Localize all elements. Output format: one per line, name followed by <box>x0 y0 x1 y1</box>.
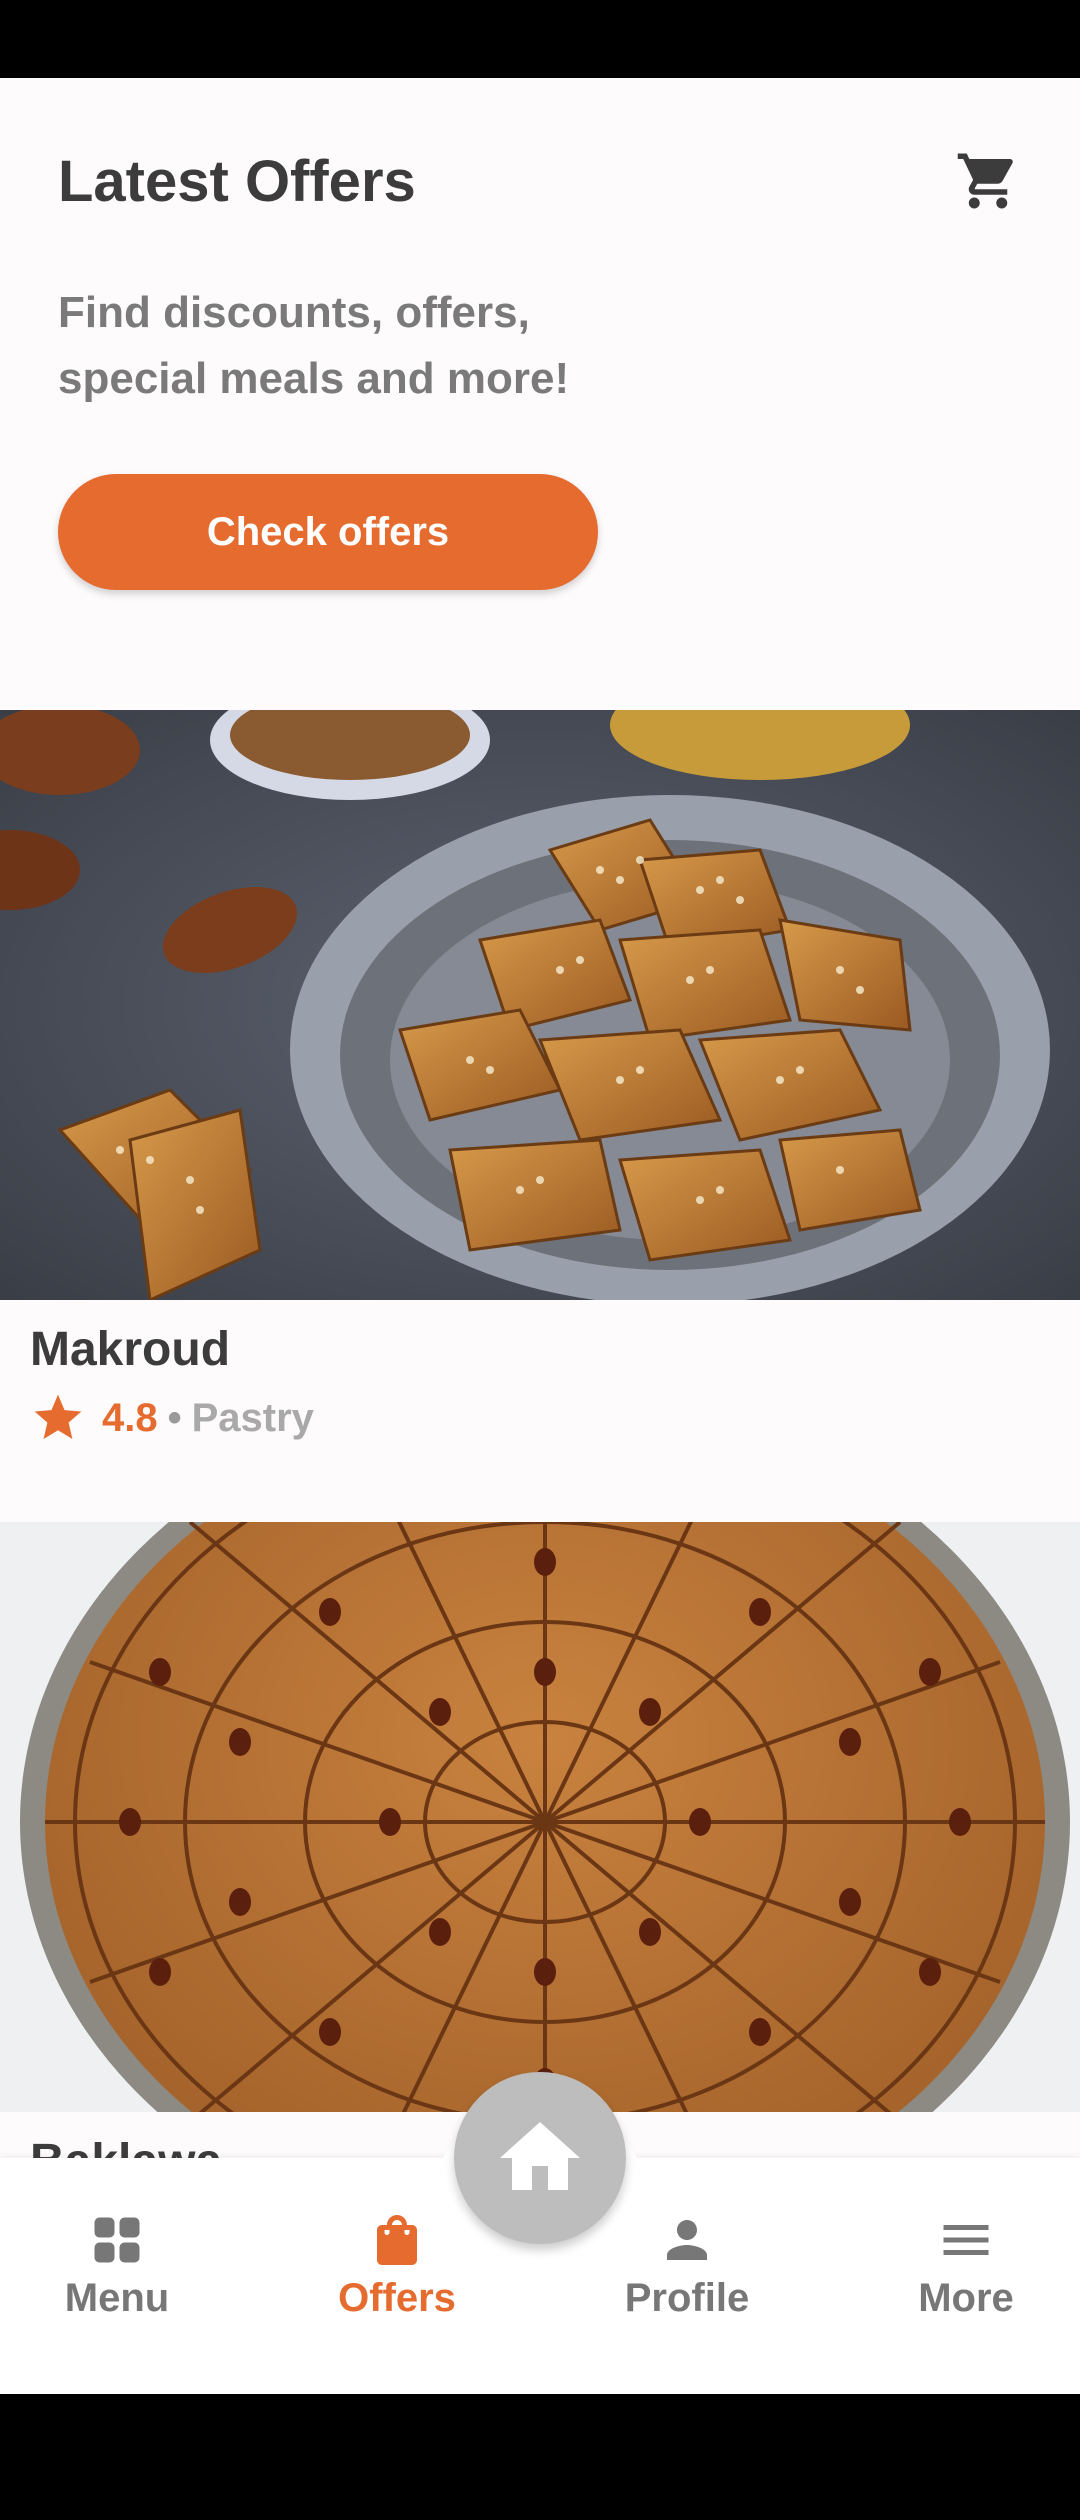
page-subtitle: Find discounts, offers, special meals an… <box>58 288 570 403</box>
offer-image-baklawa[interactable] <box>0 1522 1080 2112</box>
nav-item-menu[interactable]: Menu <box>17 2210 217 2321</box>
offer-category: Pastry <box>191 1395 314 1440</box>
status-bar <box>0 0 1080 78</box>
nav-item-profile[interactable]: Profile <box>587 2210 787 2321</box>
nav-item-more[interactable]: More <box>866 2210 1066 2321</box>
home-icon <box>500 2122 580 2190</box>
offer-title: Makroud <box>30 1323 231 1376</box>
nav-item-offers[interactable]: Offers <box>297 2210 497 2321</box>
nav-label-more: More <box>918 2276 1014 2320</box>
cart-icon[interactable] <box>955 148 1021 214</box>
nav-label-offers: Offers <box>338 2276 456 2320</box>
hamburger-icon <box>943 2225 989 2255</box>
star-icon <box>34 1394 82 1439</box>
grid-icon <box>94 2217 140 2263</box>
offer-meta: 4.8 • Pastry <box>30 1390 314 1446</box>
nav-label-profile: Profile <box>624 2276 750 2320</box>
person-icon <box>667 2220 707 2260</box>
offer-card[interactable]: Baklawa <box>0 1522 1080 2188</box>
meta-separator: • <box>167 1395 182 1440</box>
check-offers-button[interactable]: Check offers <box>58 474 598 590</box>
shopping-bag-icon <box>377 2215 417 2265</box>
offer-image-makroud[interactable] <box>0 710 1080 1300</box>
offers-header: Latest Offers Find discounts, offers, sp… <box>0 78 1080 710</box>
system-navigation-bar <box>0 2394 1080 2520</box>
page-title: Latest Offers <box>58 149 416 214</box>
offer-rating: 4.8 <box>102 1395 158 1440</box>
nav-label-menu: Menu <box>64 2276 170 2320</box>
offer-card[interactable]: Makroud 4.8 • Pastry <box>0 710 1080 1522</box>
